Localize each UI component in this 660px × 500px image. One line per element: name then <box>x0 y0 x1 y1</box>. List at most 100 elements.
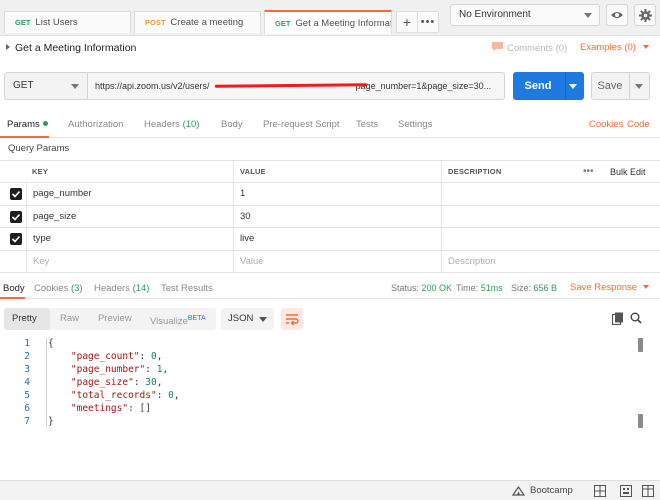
manage-environments-button[interactable] <box>634 4 656 26</box>
new-param-value-input[interactable]: Value <box>233 250 442 272</box>
tab-options-button[interactable]: ••• <box>417 11 439 33</box>
active-dot-icon <box>42 121 48 126</box>
cookies-link[interactable]: Cookies <box>589 119 623 130</box>
param-row: page_number 1 <box>0 183 660 206</box>
tab-create-meeting[interactable]: POST Create a meeting <box>134 11 261 33</box>
tab-settings[interactable]: Settings <box>398 119 432 130</box>
tab-get-meeting-info[interactable]: GET Get a Meeting Informat... <box>264 10 392 34</box>
json-key: "page_count" <box>70 351 140 362</box>
param-row-new: Key Value Description <box>0 250 660 273</box>
time-value[interactable]: 51ms <box>481 283 503 293</box>
json-key: "total_records" <box>70 390 157 401</box>
response-tab-test-results[interactable]: Test Results <box>161 283 213 294</box>
tab-params-label: Params <box>7 119 40 130</box>
new-param-key-input[interactable]: Key <box>26 250 234 272</box>
param-description[interactable] <box>441 183 660 205</box>
format-label: JSON <box>228 313 254 324</box>
json-brace: { <box>48 338 54 349</box>
json-key: "page_size" <box>70 377 134 388</box>
status-label: Status: <box>391 283 420 293</box>
visualize-label: Visualize <box>150 316 188 328</box>
param-key[interactable]: page_number <box>26 183 234 205</box>
param-value[interactable]: 1 <box>233 183 442 205</box>
tab-authorization[interactable]: Authorization <box>68 119 123 130</box>
size-value[interactable]: 656 B <box>534 283 558 293</box>
line-number: 4 <box>24 377 30 388</box>
layout-icon[interactable] <box>594 485 606 497</box>
environment-quick-look-button[interactable] <box>606 4 628 26</box>
size-label: Size: <box>511 283 532 293</box>
code-line: } <box>48 416 54 427</box>
line-number: 6 <box>24 403 30 414</box>
request-title[interactable]: Get a Meeting Information <box>6 42 136 54</box>
param-description[interactable] <box>441 205 660 227</box>
examples-dropdown[interactable]: Examples (0) <box>580 42 649 53</box>
pretty-button[interactable]: Pretty <box>4 308 50 330</box>
param-row: page_size 30 <box>0 205 660 228</box>
tab-list-users[interactable]: GET List Users <box>4 11 131 33</box>
preview-button[interactable]: Preview <box>90 308 140 330</box>
wrap-icon <box>286 314 299 326</box>
code-line: "page_number": 1, <box>70 364 169 375</box>
status-value[interactable]: 200 OK <box>422 283 453 293</box>
param-value[interactable]: 30 <box>233 205 442 227</box>
save-options-chevron-icon[interactable] <box>635 84 643 89</box>
response-tab-cookies-label: Cookies <box>34 283 69 294</box>
save-response-dropdown[interactable]: Save Response <box>570 282 649 293</box>
wrap-line-button[interactable] <box>281 308 303 330</box>
params-header-row: KEY VALUE DESCRIPTION ••• Bulk Edit <box>0 160 660 183</box>
code-link[interactable]: Code <box>627 119 650 130</box>
param-value[interactable]: live <box>233 228 442 250</box>
chevron-down-icon <box>71 84 79 89</box>
tab-headers-label: Headers <box>144 119 180 130</box>
time-readout: Time: 51ms <box>456 283 503 293</box>
json-value: 0 <box>150 351 157 362</box>
new-param-description-input[interactable]: Description <box>441 250 660 272</box>
format-select[interactable]: JSON <box>221 308 274 330</box>
send-options-chevron-icon[interactable] <box>569 84 577 89</box>
tab-prerequest-script[interactable]: Pre-request Script <box>263 119 340 130</box>
json-key: "page_number" <box>70 364 146 375</box>
tab-params[interactable]: Params <box>7 119 48 130</box>
bootcamp-button[interactable]: Bootcamp <box>530 485 573 496</box>
response-tab-headers[interactable]: Headers (14) <box>94 283 149 294</box>
response-body-editor[interactable]: 1 2 3 4 5 6 7 { "page_count": 0, "page_n… <box>0 336 660 436</box>
line-number: 5 <box>24 390 30 401</box>
tab-tests[interactable]: Tests <box>356 119 378 130</box>
tab-method: GET <box>15 18 31 27</box>
eye-icon <box>611 12 623 18</box>
bulk-edit-link[interactable]: Bulk Edit <box>604 161 660 182</box>
response-tab-cookies[interactable]: Cookies (3) <box>34 283 83 294</box>
url-prefix: https://api.zoom.us/v2/users/ <box>95 81 210 91</box>
tab-title: List Users <box>35 17 78 28</box>
param-checkbox[interactable] <box>10 233 22 245</box>
param-checkbox[interactable] <box>10 210 22 223</box>
method-select[interactable]: GET <box>4 72 87 100</box>
param-checkbox[interactable] <box>10 188 22 200</box>
examples-label: Examples (0) <box>580 42 636 53</box>
search-button[interactable] <box>630 312 642 327</box>
code-line: { <box>48 338 54 349</box>
save-button[interactable]: Save <box>591 72 650 100</box>
param-description[interactable] <box>441 228 660 250</box>
copy-button[interactable] <box>611 312 624 328</box>
send-button[interactable]: Send <box>513 72 584 100</box>
comments-button[interactable]: Comments (0) <box>492 42 567 54</box>
environment-select[interactable]: No Environment <box>450 4 600 26</box>
tab-headers[interactable]: Headers (10) <box>144 119 199 130</box>
send-label: Send <box>524 80 552 92</box>
visualize-button[interactable]: VisualizeBETA <box>142 308 214 330</box>
keyboard-shortcuts-icon[interactable] <box>620 485 632 497</box>
url-input[interactable]: https://api.zoom.us/v2/users/page_number… <box>87 72 505 100</box>
response-tab-body[interactable]: Body <box>3 283 25 294</box>
scrollbar-thumb[interactable] <box>638 414 643 428</box>
response-tab-headers-label: Headers <box>94 283 130 294</box>
help-icon[interactable] <box>642 485 654 497</box>
new-tab-button[interactable]: + <box>396 11 418 33</box>
param-key[interactable]: type <box>26 228 234 250</box>
scrollbar-thumb[interactable] <box>638 338 643 352</box>
tab-body[interactable]: Body <box>221 119 243 130</box>
raw-button[interactable]: Raw <box>52 308 87 330</box>
param-key[interactable]: page_size <box>26 205 234 227</box>
more-icon[interactable]: ••• <box>577 161 607 182</box>
